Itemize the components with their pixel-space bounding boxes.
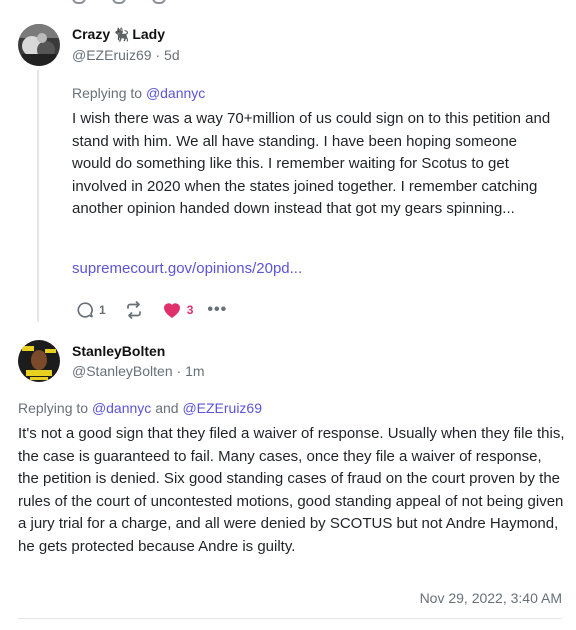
repost-button[interactable] — [124, 301, 144, 319]
post-age: 5d — [164, 47, 180, 63]
replying-to: Replying to @dannyc — [72, 85, 206, 101]
separator: · — [155, 47, 161, 63]
thread-line — [37, 70, 39, 322]
reply-icon[interactable] — [72, 0, 86, 4]
avatar[interactable] — [18, 340, 60, 382]
mention-link[interactable]: @EZEruiz69 — [182, 400, 262, 416]
handle[interactable]: @EZEruiz69 — [72, 47, 152, 63]
replying-to: Replying to @dannyc and @EZEruiz69 — [18, 400, 263, 416]
handle-row: @EZEruiz69 · 5d — [72, 47, 180, 63]
mention-link[interactable]: @dannyc — [92, 400, 151, 416]
post-text: I wish there was a way 70+million of us … — [72, 110, 551, 218]
external-link[interactable]: supremecourt.gov/opinions/20pd... — [72, 260, 302, 277]
heart-icon — [163, 303, 180, 318]
avatar[interactable] — [18, 24, 60, 66]
like-button[interactable]: 3 — [162, 301, 194, 319]
reply-icon — [77, 302, 93, 318]
reply-count: 1 — [99, 303, 106, 317]
post-age: 1m — [185, 363, 205, 379]
mention-link[interactable]: @dannyc — [146, 85, 205, 101]
post-timestamp[interactable]: Nov 29, 2022, 3:40 AM — [420, 590, 562, 606]
display-name[interactable]: StanleyBolten — [72, 343, 165, 359]
repost-icon — [126, 301, 141, 319]
post-text: It's not a good sign that they filed a w… — [18, 425, 565, 555]
like-count: 3 — [186, 303, 194, 317]
repost-icon[interactable] — [112, 0, 126, 4]
heart-icon[interactable] — [152, 0, 166, 4]
display-name[interactable]: Crazy 🐈‍⬛ Lady — [72, 26, 165, 43]
reply-button[interactable]: 1 — [76, 301, 106, 319]
handle-row: @StanleyBolten · 1m — [72, 363, 205, 379]
more-icon[interactable]: ••• — [207, 301, 227, 319]
previous-post-actions — [72, 0, 166, 4]
handle[interactable]: @StanleyBolten — [72, 363, 173, 379]
divider — [18, 618, 562, 619]
separator: · — [176, 363, 182, 379]
action-bar: 1 3 ••• — [76, 300, 227, 320]
cat-emoji: 🐈‍⬛ — [113, 27, 130, 42]
